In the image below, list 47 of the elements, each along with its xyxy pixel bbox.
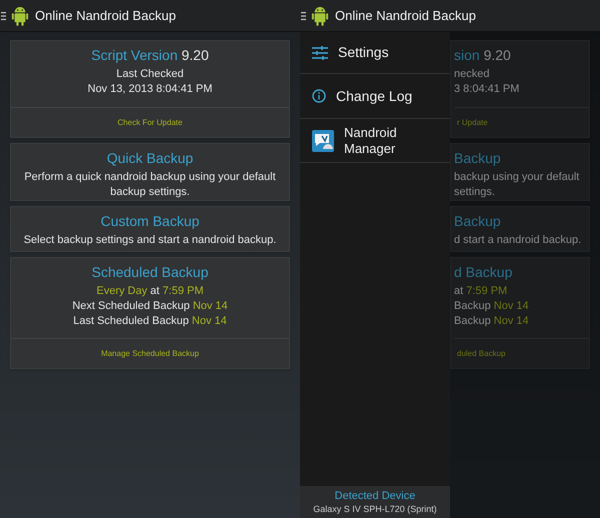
android-logo-icon (11, 6, 29, 26)
card-action-link[interactable]: Check For Update (118, 116, 182, 128)
card-title: Quick Backup (106, 149, 194, 168)
card-text: necked (454, 67, 490, 82)
card-action-link[interactable]: r Update (457, 116, 488, 128)
card-title: Backup (454, 212, 501, 231)
app-title: Online Nandroid Backup (335, 6, 476, 25)
card-text: Last Scheduled Backup Nov 14 (72, 314, 228, 329)
card-text: Select backup settings and start a nandroid backup. (22, 233, 278, 248)
card-text: Every Day at 7:59 PM (95, 284, 205, 299)
card-background[interactable]: Backup d start a nandroid backup. (450, 206, 590, 252)
card-title: sion 9.20 (454, 46, 511, 65)
sliders-icon (312, 46, 328, 60)
menu-icon[interactable] (1, 10, 6, 20)
card-text: 3 8:04:41 PM (454, 82, 520, 97)
card-text: at 7:59 PM (454, 284, 508, 299)
card-background[interactable]: Backup backup using your default settings. (450, 143, 590, 201)
card-background[interactable]: Custom Backup Select backup settings and start a nandroid backup. (10, 206, 290, 252)
card-background[interactable]: sion 9.20 necked 3 8:04:41 PM r Update (450, 40, 590, 138)
card-text: Backup Nov 14 (454, 299, 529, 314)
app-logo-icon (312, 130, 334, 152)
footer-label: Detected Device (334, 490, 416, 502)
card-background[interactable]: d Backup at 7:59 PM Backup Nov 14 Backup Nov 14 duled Backup (450, 257, 590, 369)
info-icon (312, 89, 326, 103)
card-text: settings. (454, 185, 495, 200)
card-text: Perform a quick nandroid backup using your default backup settings. (23, 170, 277, 200)
android-logo-icon (311, 6, 329, 26)
app-title: Online Nandroid Backup (35, 6, 176, 25)
card-text: Last Checked (115, 67, 185, 82)
card-text: Nov 13, 2013 8:04:41 PM (86, 82, 214, 97)
menu-icon[interactable] (301, 10, 306, 20)
device-name: Galaxy S IV SPH-L720 (Sprint) (313, 502, 437, 514)
card-background[interactable]: Script Version 9.20 Last Checked Nov 13, 2013 8:04:41 PM Check For Update (10, 40, 290, 138)
card-text: Backup Nov 14 (454, 314, 529, 329)
card-action-link[interactable]: Manage Scheduled Backup (101, 348, 199, 360)
card-title: Backup (454, 149, 501, 168)
card-background[interactable]: Scheduled Backup Every Day at 7:59 PM Next Scheduled Backup Nov 14 Last Scheduled Backup Nov 14 Manage Scheduled Backup (10, 257, 290, 369)
card-text: backup using your default (454, 170, 580, 185)
card-text: d start a nandroid backup. (454, 233, 582, 248)
card-title: Script Version 9.20 (90, 46, 210, 65)
card-title: Custom Backup (100, 212, 200, 231)
drawer-item[interactable]: Nandroid Manager (300, 119, 450, 163)
card-text: Next Scheduled Backup Nov 14 (71, 299, 229, 314)
card-action-link[interactable]: duled Backup (457, 348, 506, 360)
card-title: Scheduled Backup (90, 263, 210, 282)
card-background[interactable]: Quick Backup Perform a quick nandroid backup using your default backup settings. (10, 143, 290, 201)
card-title: d Backup (454, 263, 512, 282)
